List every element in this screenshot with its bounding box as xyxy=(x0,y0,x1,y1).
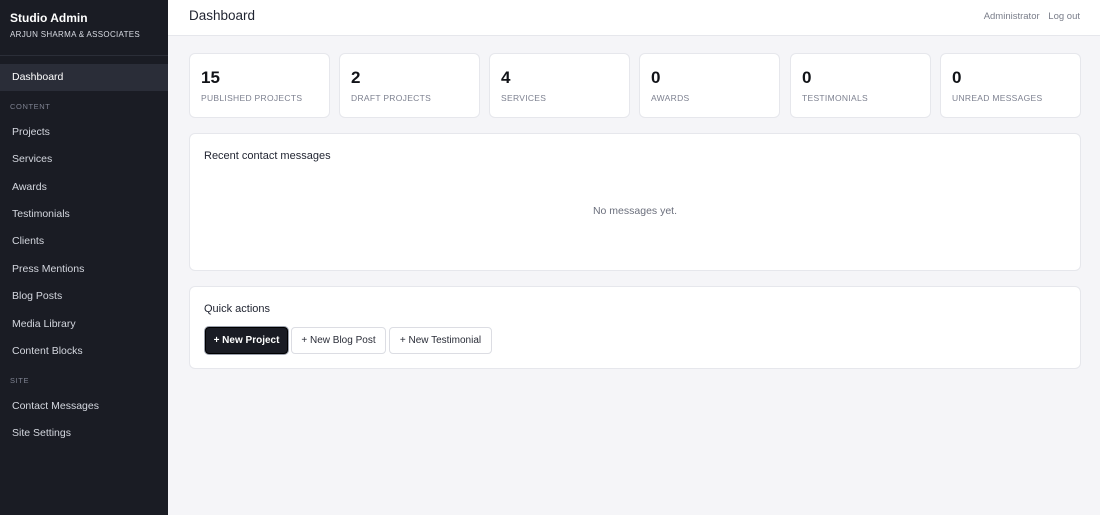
user-menu: Administrator Log out xyxy=(978,11,1080,22)
sidebar-item-services[interactable]: Services xyxy=(0,146,168,173)
new-testimonial-button[interactable]: + New Testimonial xyxy=(389,327,492,354)
page-title: Dashboard xyxy=(189,8,256,23)
quick-actions-panel: Quick actions + New Project + New Blog P… xyxy=(189,286,1081,369)
stat-label: AWARDS xyxy=(651,93,690,103)
stat-card-services: 4 SERVICES xyxy=(489,53,630,118)
stat-value: 0 xyxy=(952,68,962,87)
recent-messages-title: Recent contact messages xyxy=(204,150,331,162)
sidebar-section-content: CONTENT xyxy=(10,102,51,112)
brand-subtitle: ARJUN SHARMA & ASSOCIATES xyxy=(10,30,141,39)
sidebar-item-blog-posts[interactable]: Blog Posts xyxy=(0,283,168,310)
brand: Studio Admin ARJUN SHARMA & ASSOCIATES xyxy=(0,0,168,56)
brand-title: Studio Admin xyxy=(10,11,88,25)
stat-label: TESTIMONIALS xyxy=(802,93,868,103)
sidebar-item-press-mentions[interactable]: Press Mentions xyxy=(0,256,168,283)
sidebar-item-content-blocks[interactable]: Content Blocks xyxy=(0,338,168,365)
sidebar-item-testimonials[interactable]: Testimonials xyxy=(0,201,168,228)
sidebar-item-clients[interactable]: Clients xyxy=(0,228,168,255)
new-project-button[interactable]: + New Project xyxy=(205,327,288,354)
stat-card-awards: 0 AWARDS xyxy=(639,53,780,118)
recent-messages-panel: Recent contact messages No messages yet. xyxy=(189,133,1081,271)
sidebar-item-dashboard[interactable]: Dashboard xyxy=(0,64,168,92)
stat-card-draft-projects: 2 DRAFT PROJECTS xyxy=(339,53,480,118)
sidebar-item-contact-messages[interactable]: Contact Messages xyxy=(0,393,168,420)
stat-value: 0 xyxy=(802,68,812,87)
sidebar-section-site: SITE xyxy=(10,376,30,386)
stat-value: 0 xyxy=(651,68,661,87)
stat-card-testimonials: 0 TESTIMONIALS xyxy=(790,53,931,118)
stat-value: 4 xyxy=(501,68,511,87)
sidebar: Studio Admin ARJUN SHARMA & ASSOCIATES D… xyxy=(0,0,168,515)
sidebar-item-site-settings[interactable]: Site Settings xyxy=(0,420,168,447)
new-blog-post-button[interactable]: + New Blog Post xyxy=(291,327,386,354)
stat-card-published-projects: 15 PUBLISHED PROJECTS xyxy=(189,53,330,118)
logout-link[interactable]: Log out xyxy=(1048,11,1080,22)
stat-label: SERVICES xyxy=(501,93,547,103)
sidebar-item-media-library[interactable]: Media Library xyxy=(0,311,168,338)
empty-messages-text: No messages yet. xyxy=(592,205,678,217)
quick-actions-title: Quick actions xyxy=(204,303,271,315)
stat-value: 15 xyxy=(201,68,220,87)
user-name[interactable]: Administrator xyxy=(984,11,1040,22)
stat-label: DRAFT PROJECTS xyxy=(351,93,432,103)
stat-label: PUBLISHED PROJECTS xyxy=(201,93,303,103)
sidebar-item-projects[interactable]: Projects xyxy=(0,119,168,146)
topbar: Dashboard Administrator Log out xyxy=(168,0,1100,36)
stat-value: 2 xyxy=(351,68,361,87)
stat-card-unread-messages: 0 UNREAD MESSAGES xyxy=(940,53,1081,118)
stat-label: UNREAD MESSAGES xyxy=(952,93,1043,103)
sidebar-item-awards[interactable]: Awards xyxy=(0,174,168,201)
sidebar-nav: Dashboard CONTENT Projects Services Awar… xyxy=(0,64,168,447)
